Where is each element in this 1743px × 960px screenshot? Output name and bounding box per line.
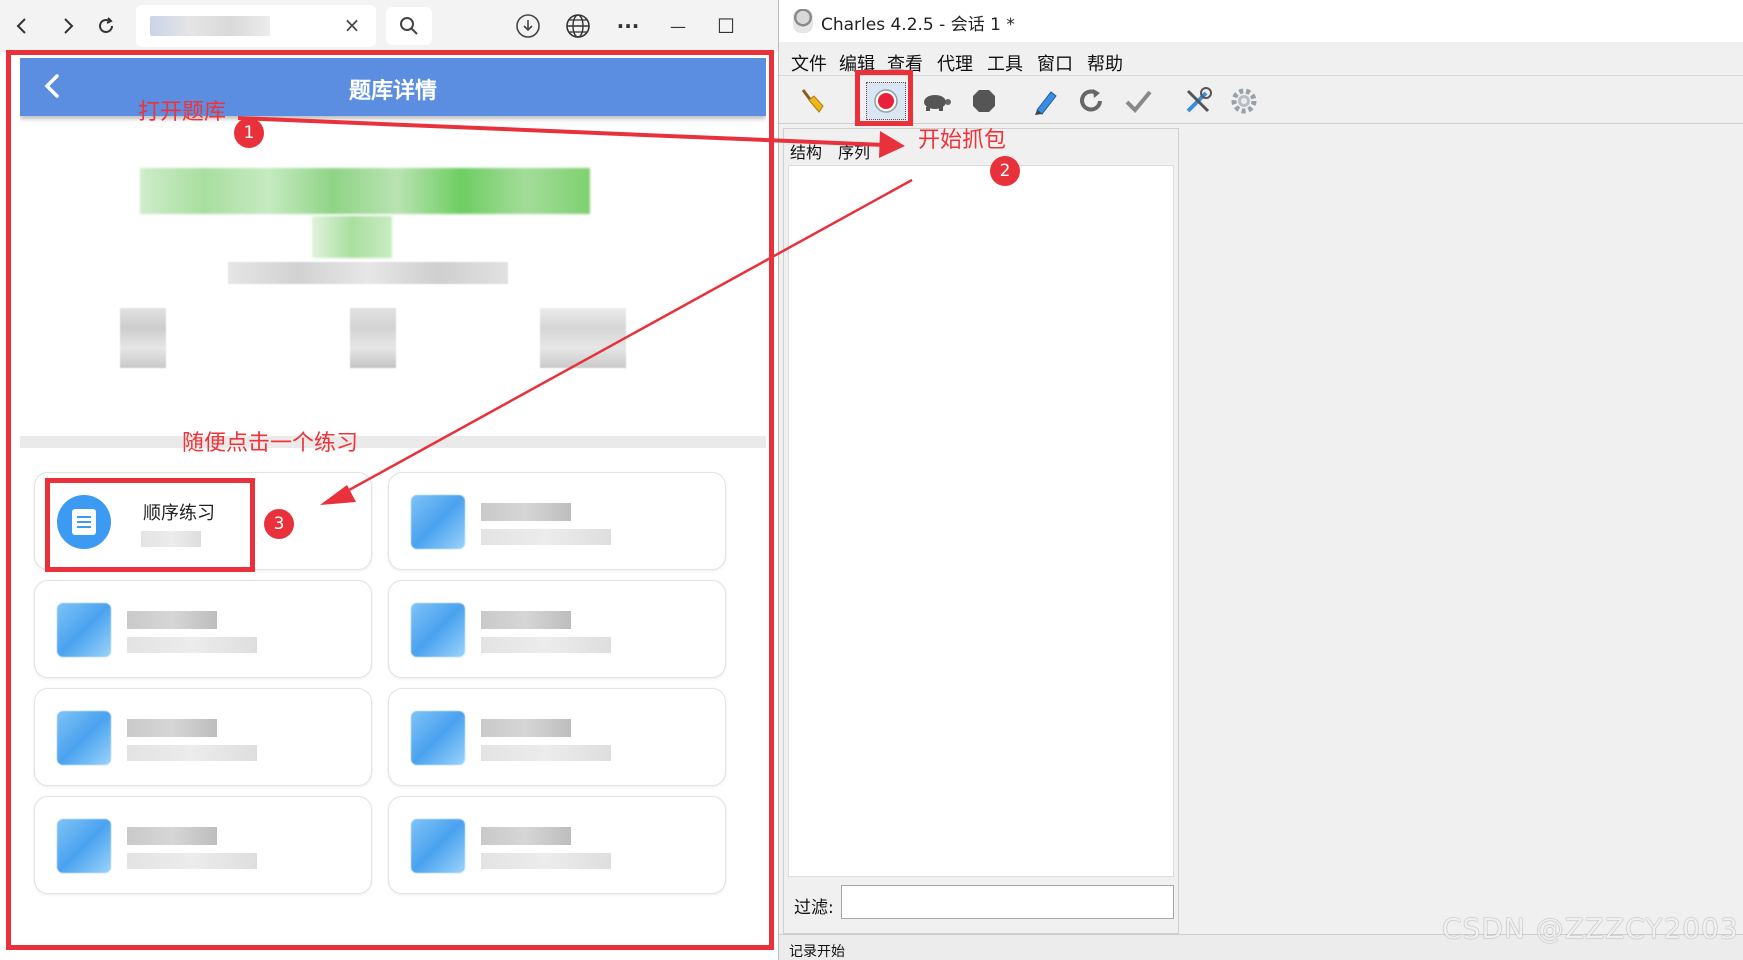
menu-window[interactable]: 窗口 bbox=[1037, 50, 1073, 76]
status-text: 记录开始 bbox=[789, 944, 845, 960]
session-detail-panel bbox=[1183, 128, 1743, 934]
menu-bar: 文件 编辑 查看 代理 工具 窗口 帮助 bbox=[779, 42, 1743, 76]
refresh-icon[interactable] bbox=[1075, 84, 1109, 118]
reload-icon[interactable] bbox=[90, 10, 122, 42]
forward-icon[interactable] bbox=[52, 10, 84, 42]
filter-label: 过滤: bbox=[794, 898, 834, 918]
more-menu-button[interactable]: ··· bbox=[612, 10, 644, 42]
filter-input[interactable] bbox=[841, 885, 1174, 919]
back-icon[interactable] bbox=[6, 10, 38, 42]
watermark: CSDN @ZZZCY2003 bbox=[1442, 912, 1739, 945]
browser-tab[interactable]: × bbox=[136, 5, 376, 47]
tab-close-button[interactable]: × bbox=[338, 11, 366, 39]
maximize-button[interactable]: ☐ bbox=[710, 10, 742, 42]
pen-icon[interactable] bbox=[1029, 84, 1063, 118]
annotation-start-capture: 开始抓包 bbox=[918, 128, 1007, 153]
minimize-button[interactable]: — bbox=[662, 10, 694, 42]
annotation-click-practice: 随便点击一个练习 bbox=[182, 431, 359, 456]
request-tree[interactable] bbox=[788, 165, 1174, 877]
browser-toolbar: × ··· — ☐ bbox=[0, 0, 778, 52]
globe-icon[interactable] bbox=[562, 10, 594, 42]
tab-sequence[interactable]: 序列 bbox=[838, 139, 870, 163]
step-badge-1: 1 bbox=[234, 118, 264, 148]
annotation-open-bank: 打开题库 bbox=[138, 100, 227, 125]
tab-structure[interactable]: 结构 bbox=[790, 139, 822, 163]
broom-icon[interactable] bbox=[795, 84, 829, 118]
charles-logo-icon bbox=[793, 9, 813, 33]
screen: × ··· — ☐ 题库详情 顺序练习 Charles 4.2.5 - 会话 1… bbox=[0, 0, 1743, 960]
annotation-box-practice bbox=[45, 478, 255, 572]
gear-icon[interactable] bbox=[1227, 84, 1261, 118]
check-icon[interactable] bbox=[1121, 84, 1155, 118]
tools-icon[interactable] bbox=[1181, 84, 1215, 118]
toolbar bbox=[779, 76, 1743, 124]
search-icon[interactable] bbox=[386, 7, 432, 45]
turtle-icon[interactable] bbox=[919, 84, 953, 118]
menu-proxy[interactable]: 代理 bbox=[937, 50, 973, 76]
charles-titlebar: Charles 4.2.5 - 会话 1 * bbox=[779, 0, 1743, 42]
session-left-panel: 结构 序列 过滤: bbox=[783, 128, 1179, 934]
step-badge-2: 2 bbox=[990, 156, 1020, 186]
menu-file[interactable]: 文件 bbox=[791, 50, 827, 76]
menu-help[interactable]: 帮助 bbox=[1087, 50, 1123, 76]
step-badge-3: 3 bbox=[264, 509, 294, 539]
menu-tools[interactable]: 工具 bbox=[987, 50, 1023, 76]
download-icon[interactable] bbox=[512, 10, 544, 42]
stop-icon[interactable] bbox=[967, 84, 1001, 118]
tab-title-blurred bbox=[150, 16, 270, 36]
window-title: Charles 4.2.5 - 会话 1 * bbox=[821, 15, 1015, 35]
annotation-box-record bbox=[855, 70, 913, 126]
